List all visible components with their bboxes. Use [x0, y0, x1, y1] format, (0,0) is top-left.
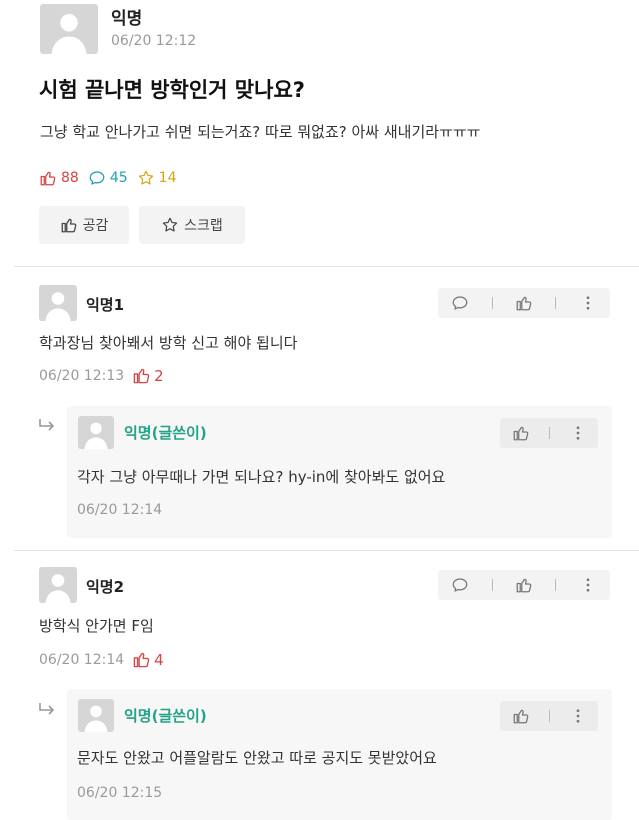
like-comment-button[interactable] — [511, 290, 537, 316]
reply-author[interactable]: 익명(글쓴이) — [124, 422, 207, 443]
reply-avatar — [78, 416, 114, 449]
comment-item: 익명2 방학식 안가면 F임 06/20 12:14 4 익명(글쓴이) 문자도… — [0, 562, 639, 820]
comment-text: 방학식 안가면 F임 — [39, 617, 154, 635]
thumbs-up-icon — [132, 366, 151, 385]
reply-item: 익명(글쓴이) 문자도 안왔고 어플알람도 안왔고 따로 공지도 못받았어요 0… — [67, 689, 612, 820]
comment-meta: 06/20 12:14 4 — [39, 650, 164, 669]
like-count: 88 — [39, 169, 79, 187]
comment-toolbar — [438, 288, 610, 318]
comment-time: 06/20 12:13 — [39, 367, 125, 384]
reply-item: 익명(글쓴이) 각자 그냥 아무때나 가면 되나요? hy-in에 찾아봐도 없… — [67, 406, 612, 538]
default-avatar-icon — [39, 567, 77, 603]
like-count-value: 88 — [61, 170, 79, 186]
reply-time: 06/20 12:15 — [77, 785, 163, 801]
thumbs-up-icon — [512, 424, 530, 442]
scrap-button[interactable]: 스크랩 — [139, 206, 245, 244]
thumbs-up-icon — [512, 707, 530, 725]
star-icon — [161, 216, 179, 234]
reply-toolbar — [500, 418, 598, 448]
comment-votes: 4 — [132, 650, 164, 669]
like-button-label: 공감 — [82, 218, 109, 234]
reply-toolbar — [500, 701, 598, 731]
more-options-button[interactable] — [565, 420, 591, 446]
thumbs-up-icon — [515, 576, 533, 594]
divider — [14, 266, 639, 267]
comment-avatar — [39, 285, 77, 321]
default-avatar-icon — [78, 416, 114, 449]
reply-arrow-icon — [39, 703, 55, 715]
comment-avatar — [39, 567, 77, 603]
author-avatar — [40, 4, 98, 54]
thumbs-up-icon — [39, 169, 57, 187]
more-vertical-icon — [579, 294, 597, 312]
more-options-button[interactable] — [565, 703, 591, 729]
comment-item: 익명1 학과장님 찾아봬서 방학 신고 해야 됩니다 06/20 12:13 2… — [0, 280, 639, 550]
default-avatar-icon — [39, 285, 77, 321]
reply-comment-button[interactable] — [447, 572, 473, 598]
scrap-count: 14 — [137, 169, 177, 187]
speech-bubble-icon — [451, 576, 469, 594]
speech-bubble-icon — [451, 294, 469, 312]
thumbs-up-icon — [515, 294, 533, 312]
comment-count-value: 45 — [109, 170, 128, 186]
reply-comment-button[interactable] — [447, 290, 473, 316]
comment-text: 학과장님 찾아봬서 방학 신고 해야 됩니다 — [39, 334, 298, 352]
comment-toolbar — [438, 570, 610, 600]
post-author[interactable]: 익명 — [111, 4, 142, 29]
like-button[interactable]: 공감 — [39, 206, 129, 244]
post-time: 06/20 12:12 — [111, 33, 197, 49]
comment-count: 45 — [88, 169, 128, 187]
separator — [491, 579, 493, 591]
thumbs-up-icon — [132, 650, 151, 669]
divider — [14, 550, 639, 551]
comment-meta: 06/20 12:13 2 — [39, 366, 164, 385]
comment-vote-count: 4 — [154, 650, 164, 669]
default-avatar-icon — [78, 699, 114, 732]
like-reply-button[interactable] — [508, 703, 534, 729]
thumbs-up-icon — [60, 216, 78, 234]
comment-time: 06/20 12:14 — [39, 651, 125, 668]
separator — [548, 427, 550, 439]
post-title: 시험 끝나면 방학인거 맞나요? — [39, 78, 305, 102]
comment-votes: 2 — [132, 366, 164, 385]
speech-bubble-icon — [88, 169, 106, 187]
separator — [555, 297, 557, 309]
like-reply-button[interactable] — [508, 420, 534, 446]
more-options-button[interactable] — [575, 290, 601, 316]
comment-vote-count: 2 — [154, 366, 164, 385]
scrap-button-label: 스크랩 — [184, 218, 223, 234]
more-vertical-icon — [569, 707, 587, 725]
reply-text: 각자 그냥 아무때나 가면 되나요? hy-in에 찾아봐도 없어요 — [77, 468, 446, 486]
reply-text: 문자도 안왔고 어플알람도 안왔고 따로 공지도 못받았어요 — [77, 749, 437, 767]
star-icon — [137, 169, 155, 187]
reply-arrow-icon — [39, 419, 55, 431]
reply-avatar — [78, 699, 114, 732]
separator — [491, 297, 493, 309]
post-stats: 88 45 14 — [39, 169, 185, 187]
separator — [555, 579, 557, 591]
post-body: 그냥 학교 안나가고 쉬면 되는거죠? 따로 뭐없죠? 아싸 새내기라ㅠㅠㅠ — [40, 123, 481, 141]
more-options-button[interactable] — [575, 572, 601, 598]
reply-time: 06/20 12:14 — [77, 502, 163, 518]
more-vertical-icon — [579, 576, 597, 594]
default-avatar-icon — [40, 4, 98, 54]
comment-author[interactable]: 익명1 — [86, 294, 124, 315]
separator — [548, 710, 550, 722]
like-comment-button[interactable] — [511, 572, 537, 598]
scrap-count-value: 14 — [158, 170, 177, 186]
reply-author[interactable]: 익명(글쓴이) — [124, 705, 207, 726]
comment-author[interactable]: 익명2 — [86, 576, 124, 597]
more-vertical-icon — [569, 424, 587, 442]
